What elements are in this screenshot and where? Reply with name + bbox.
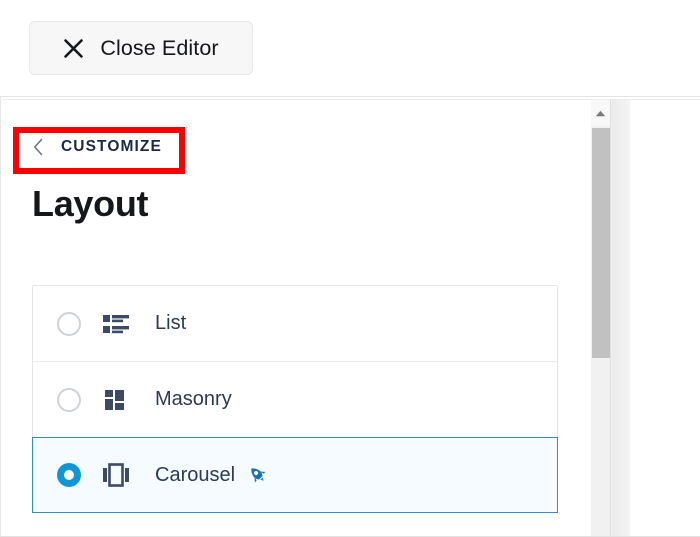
radio-carousel[interactable] bbox=[57, 463, 81, 487]
editor-topbar: Close Editor bbox=[0, 0, 700, 100]
layout-option-masonry[interactable]: Masonry bbox=[33, 362, 557, 438]
scroll-up-button[interactable] bbox=[591, 100, 610, 126]
customizer-screen: Close Editor CUSTOMIZE Layout List Mason… bbox=[0, 0, 700, 537]
scroll-up-arrow-icon bbox=[595, 110, 606, 116]
close-x-icon bbox=[64, 38, 84, 58]
carousel-icon bbox=[103, 463, 129, 487]
page-title: Layout bbox=[32, 183, 149, 224]
layout-options-card: List Masonry Carousel bbox=[32, 285, 558, 513]
list-view-icon bbox=[103, 314, 129, 333]
close-editor-content: Close Editor bbox=[63, 35, 219, 61]
layout-option-carousel[interactable]: Carousel bbox=[32, 437, 558, 513]
close-editor-button[interactable]: Close Editor bbox=[29, 21, 253, 75]
vertical-scrollbar-thumb[interactable] bbox=[592, 128, 610, 358]
rocket-emoji-icon bbox=[251, 467, 266, 483]
layout-option-label-carousel: Carousel bbox=[155, 463, 236, 486]
layout-option-label-list: List bbox=[155, 312, 187, 334]
masonry-grid-icon bbox=[105, 389, 124, 410]
topbar-divider bbox=[0, 96, 700, 97]
panel-right-shadow bbox=[612, 100, 630, 537]
layout-option-list[interactable]: List bbox=[33, 286, 557, 362]
layout-option-label-masonry: Masonry bbox=[155, 388, 232, 410]
preview-pane bbox=[630, 100, 700, 537]
close-editor-label: Close Editor bbox=[100, 35, 219, 60]
chevron-left-icon bbox=[33, 138, 43, 156]
radio-list[interactable] bbox=[57, 311, 81, 336]
customize-back-link[interactable]: CUSTOMIZE bbox=[33, 138, 162, 156]
customize-back-label: CUSTOMIZE bbox=[61, 138, 162, 155]
radio-masonry[interactable] bbox=[57, 387, 81, 412]
customizer-panel: CUSTOMIZE Layout List Masonry Carousel bbox=[1, 100, 591, 537]
